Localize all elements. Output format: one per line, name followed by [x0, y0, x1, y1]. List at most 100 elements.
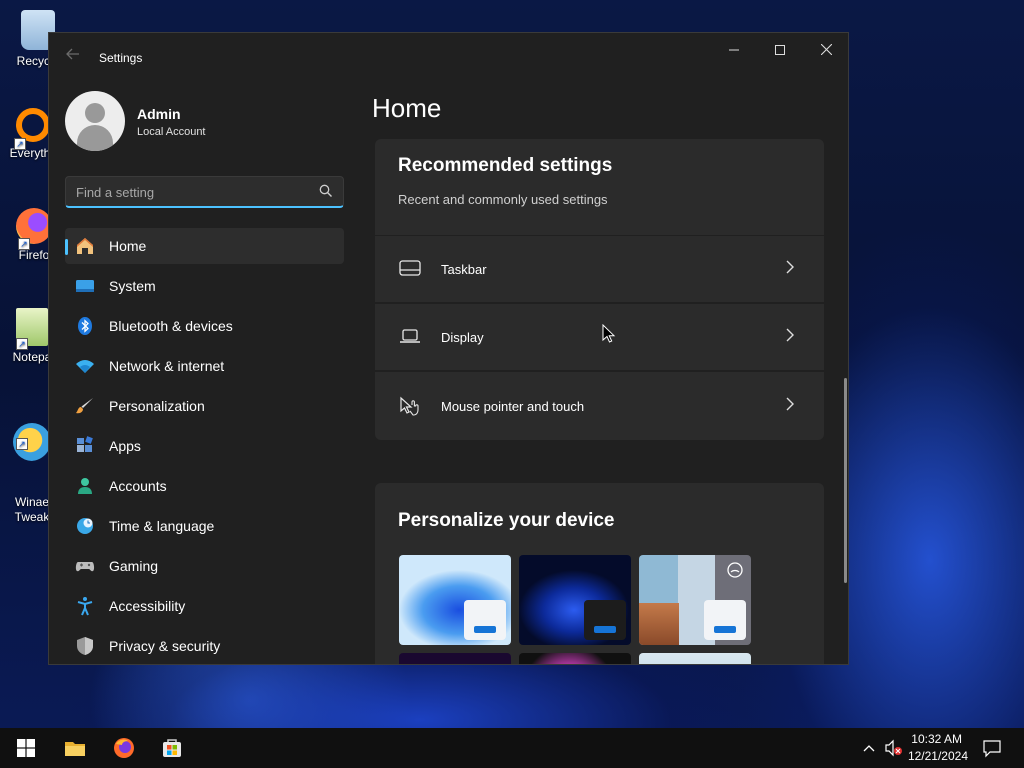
theme-thumbnail[interactable] — [519, 653, 631, 664]
theme-preview-landscape — [639, 603, 679, 645]
home-icon — [75, 236, 95, 256]
search-box[interactable] — [65, 176, 344, 208]
row-display[interactable]: Display — [375, 304, 824, 370]
system-icon — [75, 276, 95, 296]
theme-preview-taskbar — [594, 626, 616, 633]
sidebar-item-label: System — [109, 278, 156, 294]
recommended-settings-card: Recommended settings Recent and commonly… — [375, 139, 824, 235]
notifications-icon[interactable] — [982, 738, 1002, 758]
theme-preview-window — [584, 600, 626, 640]
store-icon — [163, 739, 181, 757]
chevron-right-icon — [778, 328, 802, 347]
maximize-icon — [775, 45, 785, 55]
sidebar-item-label: Personalization — [109, 398, 205, 414]
theme-thumbnail[interactable] — [639, 555, 751, 645]
taskbar-icon — [399, 259, 423, 279]
shortcut-arrow-icon: ↗ — [18, 238, 30, 250]
account-type: Local Account — [137, 126, 206, 138]
taskbar: 10:32 AM 12/21/2024 — [0, 728, 1024, 768]
sidebar-item-personalization[interactable]: Personalization — [65, 388, 344, 424]
user-name: Admin — [137, 106, 181, 122]
app-title: Settings — [99, 51, 143, 65]
sidebar-item-apps[interactable]: Apps — [65, 428, 344, 464]
title-bar[interactable]: Settings — [49, 33, 848, 81]
accessibility-icon — [75, 596, 95, 616]
sidebar-item-system[interactable]: System — [65, 268, 344, 304]
content-scrollbar[interactable] — [844, 378, 847, 583]
theme-thumbnail[interactable] — [399, 555, 511, 645]
sidebar-item-bluetooth[interactable]: Bluetooth & devices — [65, 308, 344, 344]
gamepad-icon — [75, 556, 95, 576]
theme-thumbnail[interactable] — [399, 653, 511, 664]
sidebar-item-network[interactable]: Network & internet — [65, 348, 344, 384]
theme-preview-window — [464, 600, 506, 640]
folder-icon — [65, 742, 85, 756]
avatar-body-shape — [77, 125, 113, 151]
clock-time[interactable]: 10:32 AM — [900, 732, 962, 746]
magnifier-app-icon — [16, 108, 50, 142]
file-explorer-button[interactable] — [63, 736, 87, 760]
back-button[interactable] — [63, 47, 83, 67]
theme-thumbnail[interactable] — [639, 653, 751, 664]
row-label: Taskbar — [441, 261, 487, 277]
brush-icon — [75, 396, 95, 416]
sidebar-item-label: Accessibility — [109, 598, 186, 614]
spotlight-icon — [727, 562, 743, 578]
wifi-icon — [75, 356, 95, 376]
shield-icon — [75, 636, 95, 656]
settings-window: Settings Admin Local Account Hom — [48, 32, 849, 665]
sidebar-item-home[interactable]: Home — [65, 228, 344, 264]
search-icon[interactable] — [318, 183, 334, 199]
row-mouse-pointer-touch[interactable]: Mouse pointer and touch — [375, 372, 824, 440]
nav-list: Home System Bluetooth & devices Network … — [65, 228, 344, 664]
back-arrow-icon — [66, 48, 79, 60]
sidebar-item-accessibility[interactable]: Accessibility — [65, 588, 344, 624]
close-icon — [820, 43, 832, 56]
theme-thumbnail[interactable] — [519, 555, 631, 645]
shortcut-arrow-icon: ↗ — [16, 338, 28, 350]
start-button[interactable] — [14, 736, 38, 760]
laptop-icon — [399, 327, 423, 347]
sidebar-item-label: Home — [109, 238, 147, 254]
page-title: Home — [372, 93, 442, 123]
accounts-icon — [75, 476, 95, 496]
chevron-right-icon — [778, 397, 802, 416]
windows-logo-icon — [17, 739, 35, 757]
recommended-settings-subtitle: Recent and commonly used settings — [398, 192, 608, 207]
apps-icon — [75, 436, 95, 456]
personalize-title: Personalize your device — [398, 510, 615, 531]
pointer-touch-icon — [399, 396, 423, 416]
microsoft-store-button[interactable] — [160, 736, 184, 760]
avatar[interactable] — [65, 91, 125, 151]
maximize-button[interactable] — [757, 33, 803, 67]
recommended-settings-title: Recommended settings — [398, 155, 613, 176]
shortcut-arrow-icon: ↗ — [16, 438, 28, 450]
mouse-cursor-icon — [602, 324, 616, 343]
show-hidden-icons-chevron-up-icon[interactable] — [862, 741, 876, 755]
avatar-head-shape — [85, 103, 105, 123]
bluetooth-icon — [75, 316, 95, 336]
clock-globe-icon — [75, 516, 95, 536]
sidebar-item-label: Bluetooth & devices — [109, 318, 233, 334]
firefox-icon — [114, 738, 134, 758]
sidebar-item-privacy-security[interactable]: Privacy & security — [65, 628, 344, 664]
firefox-taskbar-button[interactable] — [112, 736, 136, 760]
sidebar-item-label: Time & language — [109, 518, 215, 534]
clock-date[interactable]: 12/21/2024 — [898, 749, 968, 763]
sidebar-item-gaming[interactable]: Gaming — [65, 548, 344, 584]
row-taskbar[interactable]: Taskbar — [375, 236, 824, 302]
row-label: Mouse pointer and touch — [441, 398, 585, 414]
sidebar-item-accounts[interactable]: Accounts — [65, 468, 344, 504]
minimize-icon — [729, 49, 739, 51]
main-content: Home Recommended settings Recent and com… — [359, 81, 848, 664]
close-button[interactable] — [803, 33, 848, 67]
sidebar-item-label: Accounts — [109, 478, 167, 494]
theme-preview-taskbar — [474, 626, 496, 633]
search-input[interactable] — [76, 183, 306, 201]
sidebar-item-label: Gaming — [109, 558, 159, 574]
theme-preview-window — [704, 600, 746, 640]
minimize-button[interactable] — [711, 33, 757, 67]
sidebar-item-time-language[interactable]: Time & language — [65, 508, 344, 544]
chevron-right-icon — [778, 260, 802, 279]
sidebar-item-label: Privacy & security — [109, 638, 221, 654]
